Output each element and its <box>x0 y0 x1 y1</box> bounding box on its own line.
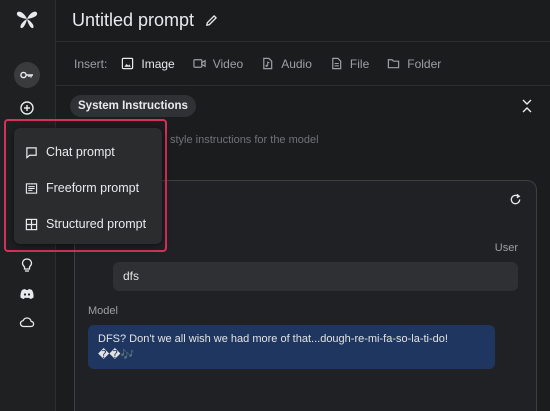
insert-folder-button[interactable]: Folder <box>387 57 441 71</box>
discord-button[interactable] <box>14 281 40 307</box>
collapse-icon[interactable] <box>520 98 534 114</box>
add-circle-icon <box>20 101 34 115</box>
audio-icon <box>263 57 273 70</box>
pencil-icon[interactable] <box>204 13 219 28</box>
insert-audio-button[interactable]: Audio <box>261 57 312 71</box>
folder-icon <box>388 59 400 69</box>
lightbulb-icon <box>21 258 33 272</box>
menu-item-structured-prompt[interactable]: Structured prompt <box>14 206 162 242</box>
model-message[interactable]: DFS? Don't we all wish we had more of th… <box>88 325 495 369</box>
grid-icon <box>25 218 38 230</box>
insert-file-button[interactable]: File <box>330 57 369 71</box>
insert-label: Insert: <box>74 56 108 71</box>
insert-image-button[interactable]: Image <box>121 56 175 71</box>
new-prompt-button[interactable] <box>14 95 40 121</box>
insert-audio-label: Audio <box>281 56 312 71</box>
file-icon <box>332 57 342 70</box>
tips-button[interactable] <box>14 252 40 278</box>
menu-item-label: Structured prompt <box>46 217 147 231</box>
insert-video-button[interactable]: Video <box>193 57 243 71</box>
discord-icon <box>20 289 34 299</box>
refresh-icon[interactable] <box>509 193 522 206</box>
insert-video-label: Video <box>212 56 244 71</box>
insert-folder-label: Folder <box>407 56 442 71</box>
system-instructions-input[interactable]: style instructions for the model <box>170 134 319 146</box>
menu-item-chat-prompt[interactable]: Chat prompt <box>14 134 162 170</box>
cloud-button[interactable] <box>14 309 40 335</box>
video-icon <box>193 59 206 68</box>
freeform-icon <box>25 182 38 194</box>
insert-file-label: File <box>349 56 370 71</box>
app-logo-icon[interactable] <box>15 8 39 30</box>
key-icon <box>20 71 33 79</box>
image-icon <box>122 57 134 70</box>
new-prompt-menu: Chat prompt Freeform prompt Structured p… <box>14 128 162 244</box>
prompt-title[interactable]: Untitled prompt <box>72 10 194 31</box>
insert-image-label: Image <box>141 56 175 71</box>
chat-bubble-icon <box>26 146 37 159</box>
model-role-label: Model <box>88 305 118 317</box>
insert-toolbar: Insert: Image Video Audio File Folder <box>56 42 550 86</box>
menu-item-label: Freeform prompt <box>46 181 140 195</box>
top-bar: Untitled prompt <box>56 0 550 42</box>
user-role-label: User <box>494 242 518 254</box>
system-instructions-toggle[interactable]: System Instructions <box>70 95 196 117</box>
menu-item-label: Chat prompt <box>46 145 115 159</box>
api-key-button[interactable] <box>14 62 40 88</box>
cloud-icon <box>19 317 35 328</box>
menu-item-freeform-prompt[interactable]: Freeform prompt <box>14 170 162 206</box>
user-message[interactable]: dfs <box>113 262 518 291</box>
